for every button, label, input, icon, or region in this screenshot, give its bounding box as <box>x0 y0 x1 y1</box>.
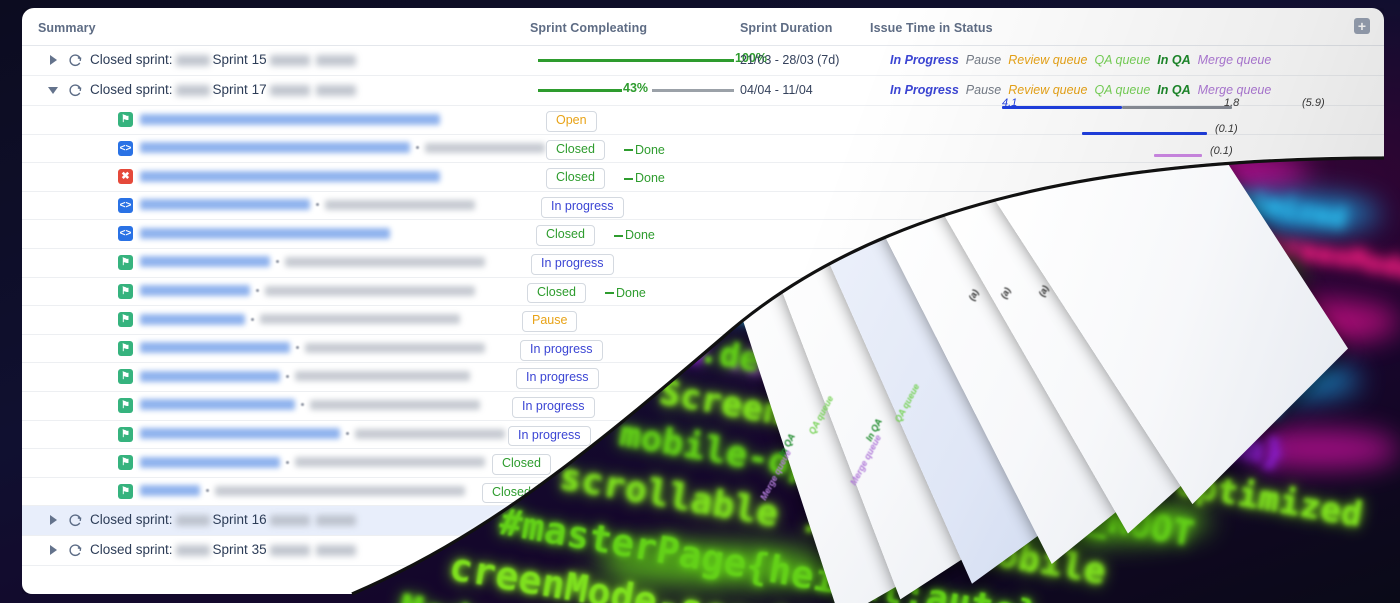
issue-summary[interactable] <box>140 342 485 354</box>
issue-summary[interactable] <box>140 399 480 411</box>
issue-link[interactable] <box>140 399 295 410</box>
sprint-prefix: Closed sprint: <box>90 512 173 528</box>
sparkline-value: (5.9) <box>1302 97 1325 109</box>
status-chip-in-progress[interactable]: In progress <box>516 368 599 389</box>
issue-summary[interactable] <box>140 313 460 325</box>
status-chip-pause[interactable]: Pause <box>522 311 577 332</box>
issue-type-story-icon: ⚑ <box>118 455 133 470</box>
issue-summary[interactable] <box>140 428 505 440</box>
sparkline: 4.1 1.8 (5.9) <box>1002 100 1362 114</box>
issue-link[interactable] <box>140 342 290 353</box>
issue-link[interactable] <box>140 314 245 325</box>
sparkline-segment <box>1122 106 1232 109</box>
issue-type-task-icon: <> <box>119 228 132 240</box>
sparkline-value: (0.1) <box>1215 123 1238 135</box>
separator-dot <box>276 260 279 263</box>
issue-description <box>295 457 485 467</box>
sprint-icon <box>68 513 83 528</box>
issue-description <box>285 257 485 267</box>
issue-link[interactable] <box>140 428 340 439</box>
issue-type-story-icon: ⚑ <box>118 255 133 270</box>
redacted-text <box>176 515 210 526</box>
separator-dot <box>346 432 349 435</box>
issue-description <box>215 486 465 496</box>
separator-dot <box>286 375 289 378</box>
screenshot-frame: .fullScreenMode.device-mobile-optimizede… <box>0 0 1400 603</box>
issue-summary[interactable] <box>140 370 470 382</box>
redacted-text <box>270 515 310 526</box>
separator-dot <box>296 346 299 349</box>
status-chip-in-progress[interactable]: In progress <box>508 426 591 447</box>
sprint-icon <box>68 543 83 558</box>
issue-summary[interactable] <box>140 456 485 468</box>
issue-summary[interactable] <box>140 285 475 297</box>
status-chip-in-progress[interactable]: In progress <box>531 254 614 275</box>
sprint-label: Closed sprint: Sprint 16 <box>90 512 359 527</box>
issue-type-story-icon: ⚑ <box>118 398 133 413</box>
issue-link[interactable] <box>140 285 250 296</box>
sprint-name: Sprint 16 <box>212 512 267 528</box>
sparkline-value: 4.1 <box>1002 97 1018 109</box>
issue-description <box>305 343 485 353</box>
sparkline-value: 1.8 <box>1224 97 1240 109</box>
separator-dot <box>206 489 209 492</box>
issue-type-story-icon: ⚑ <box>118 484 133 499</box>
status-chip-closed[interactable]: Closed <box>536 225 595 246</box>
issue-summary[interactable] <box>140 485 465 497</box>
status-resolution-done: Done <box>605 286 646 300</box>
separator-dot <box>251 318 254 321</box>
redacted-text <box>270 545 310 556</box>
status-chip-in-progress[interactable]: In progress <box>520 340 603 361</box>
sprint-name: Sprint 35 <box>212 542 267 558</box>
issue-link[interactable] <box>140 457 280 468</box>
issue-type-story-icon: ⚑ <box>118 341 133 356</box>
issue-link[interactable] <box>140 256 270 267</box>
redacted-text <box>316 515 356 526</box>
issue-link[interactable] <box>140 371 280 382</box>
separator-dot <box>256 289 259 292</box>
issue-description <box>265 286 475 296</box>
sparkline-segment <box>1154 154 1202 157</box>
status-chip-in-progress[interactable]: In progress <box>512 397 595 418</box>
issue-type-story-icon: ⚑ <box>118 427 133 442</box>
sparkline: (0.1) <box>1082 126 1384 140</box>
redacted-text <box>176 545 210 556</box>
issue-type-story-icon: ⚑ <box>118 369 133 384</box>
sparkline-value: (0.1) <box>1210 145 1233 157</box>
sparkline-segment <box>1082 132 1207 135</box>
expand-toggle[interactable] <box>50 515 57 525</box>
issue-summary[interactable] <box>140 256 485 268</box>
issue-link[interactable] <box>140 228 390 239</box>
issue-description <box>355 429 505 439</box>
status-chip-closed[interactable]: Closed <box>492 454 551 475</box>
sprint-prefix: Closed sprint: <box>90 542 173 558</box>
issue-type-story-icon: ⚑ <box>118 284 133 299</box>
sparkline-segment <box>1002 106 1122 109</box>
issue-summary[interactable] <box>140 227 390 239</box>
issue-link[interactable] <box>140 485 200 496</box>
expand-toggle[interactable] <box>50 545 57 555</box>
status-chip-closed[interactable]: Closed <box>527 283 586 304</box>
separator-dot <box>286 461 289 464</box>
redacted-text <box>316 545 356 556</box>
separator-dot <box>301 403 304 406</box>
issue-type-story-icon: ⚑ <box>118 312 133 327</box>
status-resolution-done: Done <box>614 228 655 242</box>
issue-description <box>260 314 460 324</box>
sprint-label: Closed sprint: Sprint 35 <box>90 542 359 557</box>
issue-description <box>295 371 470 381</box>
issue-description <box>310 400 480 410</box>
